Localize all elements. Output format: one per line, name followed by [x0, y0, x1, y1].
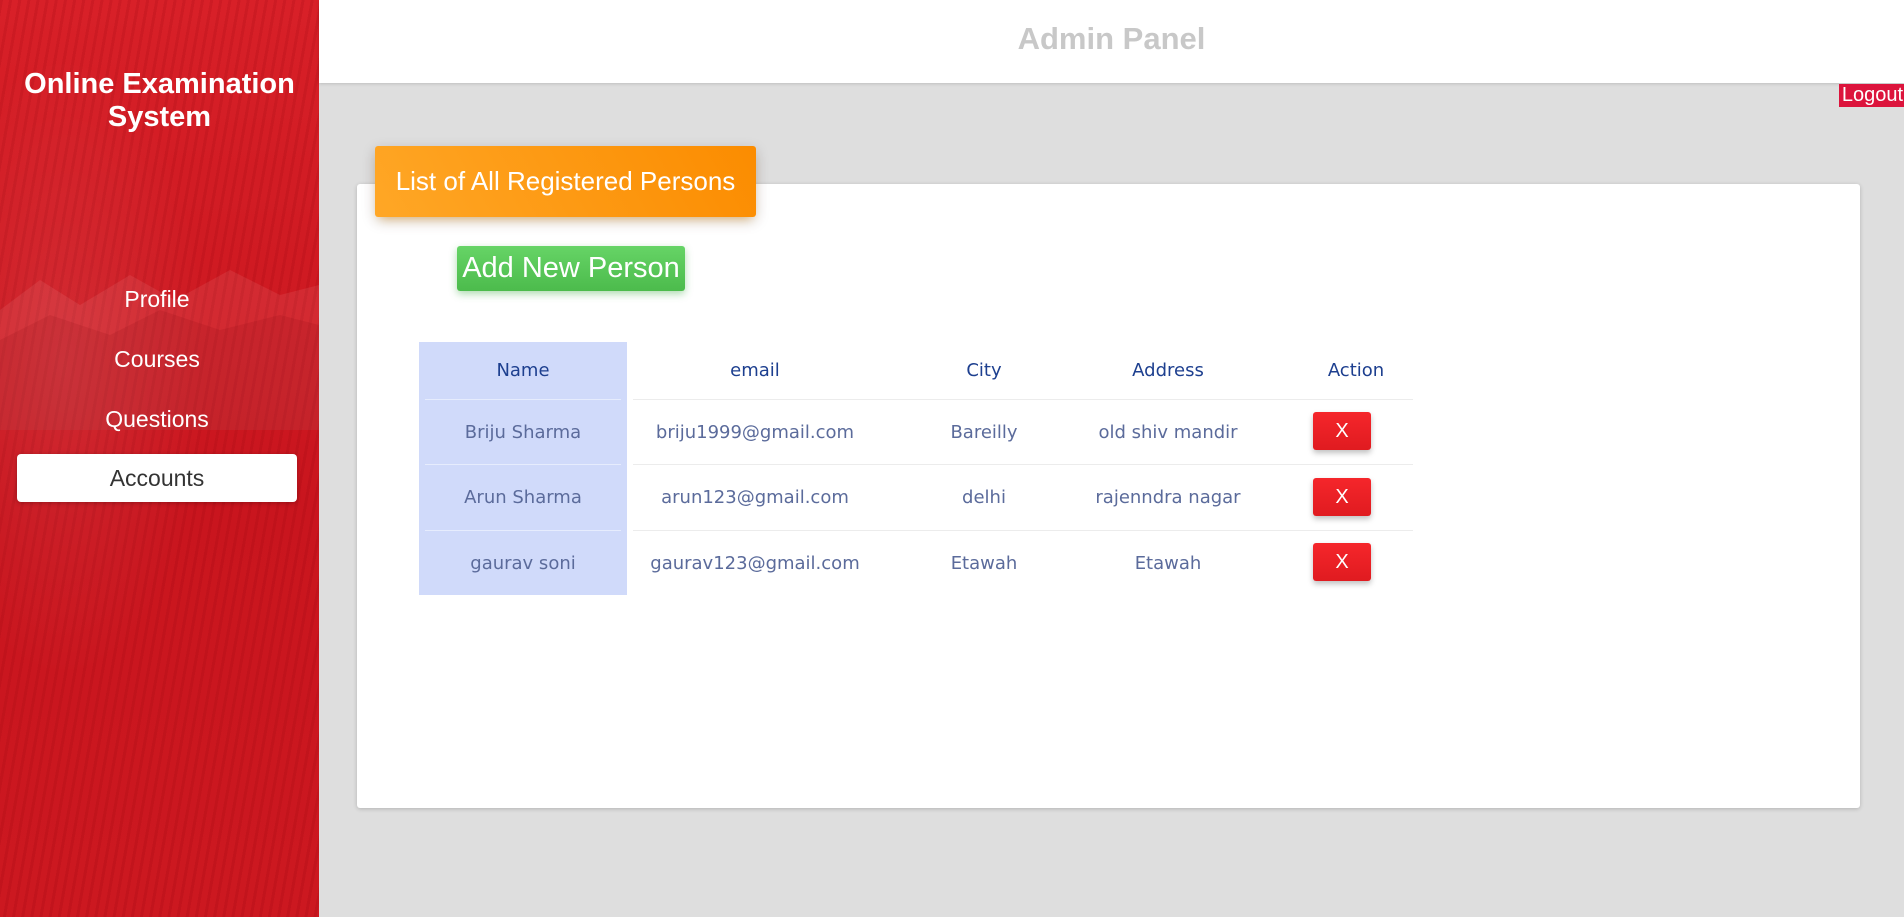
cell-city: Etawah [950, 553, 1018, 574]
sidebar-item-questions[interactable]: Questions [17, 395, 297, 443]
logout-button[interactable]: Logout [1838, 84, 1904, 107]
cell-name: Arun Sharma [464, 487, 582, 508]
row-divider [425, 399, 621, 400]
column-header-email: email [730, 360, 780, 381]
column-header-action: Action [1327, 360, 1385, 381]
row-divider [633, 399, 1413, 400]
cell-address: old shiv mandir [1098, 422, 1238, 443]
top-bar: Admin Panel [319, 0, 1904, 83]
column-header-city: City [966, 360, 1002, 381]
cell-city: Bareilly [950, 422, 1018, 443]
cell-name: Briju Sharma [464, 422, 582, 443]
row-divider [425, 464, 621, 465]
row-divider [425, 530, 621, 531]
cell-address: rajenndra nagar [1095, 487, 1241, 508]
cell-email: gaurav123@gmail.com [650, 553, 860, 574]
column-header-address: Address [1132, 360, 1204, 381]
brand-line-1: Online Examination [24, 68, 295, 100]
sidebar: Online Examination System Profile Course… [0, 0, 319, 917]
cell-email: briju1999@gmail.com [655, 422, 855, 443]
sidebar-item-profile[interactable]: Profile [17, 275, 297, 323]
cell-city: delhi [962, 487, 1006, 508]
add-new-person-button[interactable]: Add New Person [457, 246, 685, 291]
delete-row-button[interactable]: X [1313, 543, 1371, 581]
delete-row-button[interactable]: X [1313, 412, 1371, 450]
page-title: Admin Panel [1017, 21, 1206, 56]
cell-email: arun123@gmail.com [661, 487, 849, 508]
column-header-name: Name [496, 360, 550, 381]
row-divider [633, 530, 1413, 531]
app-brand: Online Examination System [0, 68, 319, 134]
cell-address: Etawah [1134, 553, 1202, 574]
row-divider [633, 464, 1413, 465]
sidebar-item-courses[interactable]: Courses [17, 335, 297, 383]
delete-row-button[interactable]: X [1313, 478, 1371, 516]
card-header-title: List of All Registered Persons [375, 146, 756, 217]
cell-name: gaurav soni [470, 553, 576, 574]
sidebar-item-accounts[interactable]: Accounts [17, 454, 297, 502]
brand-line-2: System [107, 101, 212, 133]
